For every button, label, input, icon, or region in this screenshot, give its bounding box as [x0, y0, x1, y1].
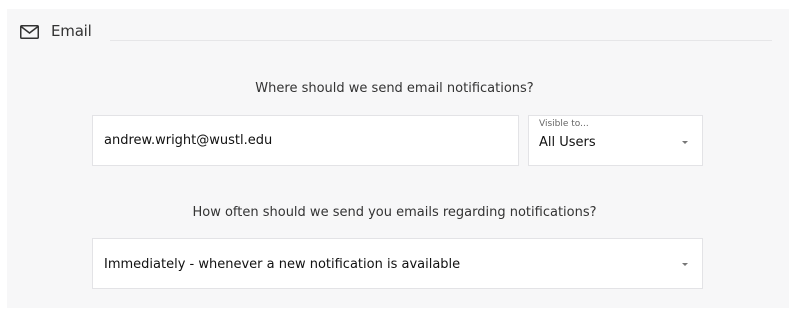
envelope-icon	[20, 24, 39, 39]
section-divider	[110, 40, 772, 41]
frequency-value: Immediately - whenever a new notificatio…	[104, 257, 461, 272]
email-question: Where should we send email notifications…	[255, 81, 534, 96]
frequency-select[interactable]: Immediately - whenever a new notificatio…	[92, 238, 703, 289]
frequency-question: How often should we send you emails rega…	[192, 205, 597, 220]
email-field[interactable]: andrew.wright@wustl.edu	[92, 115, 519, 166]
section-header: Email	[20, 22, 92, 40]
visibility-select[interactable]: Visible to... All Users	[528, 115, 703, 166]
chevron-down-icon	[682, 263, 688, 266]
visibility-label: Visible to...	[539, 119, 589, 129]
section-title: Email	[51, 22, 92, 40]
visibility-value: All Users	[539, 135, 596, 150]
email-value: andrew.wright@wustl.edu	[104, 133, 273, 148]
chevron-down-icon	[682, 141, 688, 144]
